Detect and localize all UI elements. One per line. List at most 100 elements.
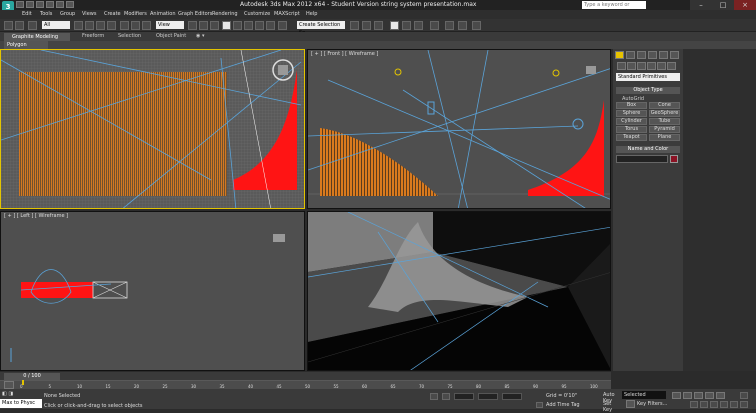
torus-button[interactable]: Torus <box>616 126 647 133</box>
project-folder-icon[interactable] <box>66 1 74 8</box>
modify-tab-icon[interactable] <box>626 51 635 59</box>
rectangle-selection-icon[interactable] <box>96 21 105 30</box>
box-button[interactable]: Box <box>616 102 647 109</box>
primitive-type-dropdown[interactable]: Standard Primitives <box>616 73 680 81</box>
select-manipulate-icon[interactable] <box>199 21 208 30</box>
menu-create[interactable]: Create <box>104 11 121 17</box>
field-of-view-icon[interactable] <box>720 401 728 408</box>
save-file-icon[interactable] <box>36 1 44 8</box>
align-icon[interactable] <box>350 21 359 30</box>
motion-tab-icon[interactable] <box>648 51 657 59</box>
space-warps-icon[interactable] <box>667 62 676 70</box>
snaps-toggle-icon[interactable] <box>222 21 231 30</box>
close-button[interactable]: × <box>734 0 756 10</box>
zoom-all-icon[interactable] <box>700 401 708 408</box>
redo-icon[interactable] <box>56 1 64 8</box>
ref-coord-dropdown[interactable]: View <box>156 21 184 29</box>
hierarchy-tab-icon[interactable] <box>637 51 646 59</box>
render-production-icon[interactable] <box>458 21 467 30</box>
maximize-viewport-icon[interactable] <box>740 392 748 399</box>
zoom-extents-icon[interactable] <box>710 401 718 408</box>
menu-views[interactable]: Views <box>82 11 96 17</box>
curve-editor-icon[interactable] <box>390 21 399 30</box>
help-search-input[interactable]: Type a keyword or phrase <box>582 1 646 16</box>
rendered-frame-window-icon[interactable] <box>445 21 454 30</box>
ribbon-options-icon[interactable]: ◉ ▾ <box>196 33 204 39</box>
new-file-icon[interactable] <box>16 1 24 8</box>
absolute-mode-icon[interactable] <box>442 393 450 400</box>
menu-customize[interactable]: Customize <box>244 11 270 17</box>
keyboard-shortcut-icon[interactable] <box>210 21 219 30</box>
helpers-icon[interactable] <box>657 62 666 70</box>
object-type-rollout[interactable]: Object Type <box>616 87 680 94</box>
mirror-icon[interactable] <box>278 21 287 30</box>
menu-edit[interactable]: Edit <box>22 11 32 17</box>
tube-button[interactable]: Tube <box>649 118 680 125</box>
window-crossing-icon[interactable] <box>107 21 116 30</box>
edit-named-selection-icon[interactable] <box>266 21 275 30</box>
pivot-center-icon[interactable] <box>188 21 197 30</box>
menu-modifiers[interactable]: Modifiers <box>124 11 147 17</box>
cylinder-button[interactable]: Cylinder <box>616 118 647 125</box>
polygon-modeling-panel[interactable]: Polygon Modeling <box>4 41 48 56</box>
redo-icon[interactable] <box>15 21 24 30</box>
minimize-button[interactable]: – <box>690 0 712 10</box>
geometry-icon[interactable] <box>617 62 626 70</box>
undo-icon[interactable] <box>46 1 54 8</box>
viewport-perspective[interactable] <box>307 211 611 371</box>
select-by-name-icon[interactable] <box>85 21 94 30</box>
geosphere-button[interactable]: GeoSphere <box>649 110 680 117</box>
cone-button[interactable]: Cone <box>649 102 680 109</box>
mini-curve-editor-icon[interactable] <box>4 381 14 389</box>
menu-tools[interactable]: Tools <box>40 11 52 17</box>
z-coordinate-field[interactable] <box>502 393 522 400</box>
go-to-end-icon[interactable] <box>716 392 725 399</box>
key-filters-button[interactable]: Key Filters... <box>637 401 667 407</box>
play-icon[interactable] <box>694 392 703 399</box>
cameras-icon[interactable] <box>647 62 656 70</box>
move-icon[interactable] <box>120 21 129 30</box>
set-key-icon[interactable] <box>626 400 635 408</box>
tab-freeform[interactable]: Freeform <box>82 33 104 39</box>
viewport-left[interactable]: [ + ] [ Left ] [ Wireframe ] <box>0 211 305 371</box>
sphere-button[interactable]: Sphere <box>616 110 647 117</box>
time-slider[interactable]: 0 / 100 <box>4 373 60 380</box>
named-selection-dropdown[interactable]: Create Selection Se <box>297 21 345 36</box>
menu-graph-editors[interactable]: Graph Editors <box>178 11 212 17</box>
plane-button[interactable]: Plane <box>649 134 680 141</box>
name-and-color-rollout[interactable]: Name and Color <box>616 146 680 153</box>
previous-frame-icon[interactable] <box>683 392 692 399</box>
shapes-icon[interactable] <box>627 62 636 70</box>
selection-filter-dropdown[interactable]: All <box>42 21 70 29</box>
object-color-swatch[interactable] <box>670 155 678 163</box>
scale-icon[interactable] <box>142 21 151 30</box>
lock-selection-icon[interactable] <box>430 393 438 400</box>
lights-icon[interactable] <box>637 62 646 70</box>
x-coordinate-field[interactable] <box>454 393 474 400</box>
menu-group[interactable]: Group <box>60 11 75 17</box>
undo-icon[interactable] <box>4 21 13 30</box>
display-tab-icon[interactable] <box>659 51 668 59</box>
layer-manager-icon[interactable] <box>362 21 371 30</box>
key-selection-dropdown[interactable]: Selected <box>622 391 666 399</box>
select-object-icon[interactable] <box>74 21 83 30</box>
tab-graphite-modeling-tools[interactable]: Graphite Modeling Tools <box>4 33 70 48</box>
pan-view-icon[interactable] <box>730 401 738 408</box>
time-tag-icon[interactable] <box>536 402 543 408</box>
maximize-button[interactable]: □ <box>712 0 734 10</box>
menu-help[interactable]: Help <box>306 11 317 17</box>
tab-object-paint[interactable]: Object Paint <box>156 33 186 39</box>
pyramid-button[interactable]: Pyramid <box>649 126 680 133</box>
percent-snap-icon[interactable] <box>244 21 253 30</box>
y-coordinate-field[interactable] <box>478 393 498 400</box>
select-link-icon[interactable] <box>28 21 37 30</box>
rotate-icon[interactable] <box>131 21 140 30</box>
material-editor-icon[interactable] <box>414 21 423 30</box>
object-name-input[interactable] <box>616 155 668 163</box>
angle-snap-icon[interactable] <box>233 21 242 30</box>
zoom-icon[interactable] <box>690 401 698 408</box>
schematic-view-icon[interactable] <box>402 21 411 30</box>
viewport-top[interactable] <box>0 49 305 209</box>
utilities-tab-icon[interactable] <box>670 51 679 59</box>
render-setup-icon[interactable] <box>430 21 439 30</box>
